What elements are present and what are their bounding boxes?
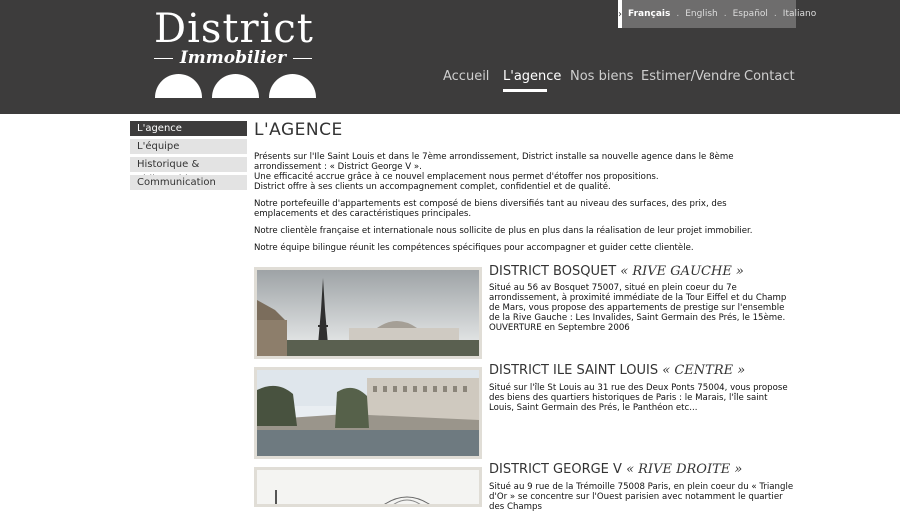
nav-contact[interactable]: Contact — [744, 69, 795, 84]
lang-separator: . — [723, 9, 727, 19]
nav-nos-biens[interactable]: Nos biens — [570, 69, 633, 84]
agency-tag: « RIVE DROITE » — [626, 462, 743, 477]
grand-palais-photo — [257, 470, 479, 504]
lang-english[interactable]: English — [679, 9, 718, 19]
eiffel-tower-photo — [257, 270, 479, 356]
logo-rule — [154, 57, 173, 59]
lang-separator: . — [773, 9, 777, 19]
nav-active-underline — [503, 89, 547, 92]
arch-shape — [155, 74, 202, 98]
logo-title[interactable]: District — [154, 6, 314, 52]
clientele-paragraph: Notre clientèle française et internation… — [254, 226, 753, 236]
ile-saint-louis-photo — [257, 370, 479, 456]
agency-tag: « CENTRE » — [662, 363, 746, 378]
agency-title-ile-saint-louis[interactable]: DISTRICT ILE SAINT LOUIS « CENTRE » — [489, 363, 745, 378]
lang-italiano[interactable]: Italiano — [777, 9, 816, 19]
nav-accueil[interactable]: Accueil — [443, 69, 489, 84]
sidebar-item-historique[interactable]: Historique & Philosophie — [130, 157, 247, 185]
photo-ile-saint-louis[interactable] — [254, 367, 482, 459]
agency-text-bosquet: Situé au 56 av Bosquet 75007, situé en p… — [489, 283, 787, 333]
page-title: L'AGENCE — [254, 120, 343, 140]
agency-tag: « RIVE GAUCHE » — [620, 264, 744, 279]
agency-name: DISTRICT BOSQUET — [489, 264, 617, 279]
sidebar-item-equipe[interactable]: L'équipe — [130, 139, 247, 154]
photo-bosquet[interactable] — [254, 267, 482, 359]
logo-rule — [293, 57, 312, 59]
intro-paragraph: Présents sur l'Ile Saint Louis et dans l… — [254, 152, 734, 192]
agency-title-bosquet[interactable]: DISTRICT BOSQUET « RIVE GAUCHE » — [489, 264, 744, 279]
arch-shape — [212, 74, 259, 98]
language-bar: › Français . English . Español . Italian… — [618, 0, 816, 28]
portfolio-paragraph: Notre portefeuille d'appartements est co… — [254, 199, 727, 219]
agency-text-ile-saint-louis: Situé sur l'île St Louis au 31 rue des D… — [489, 383, 788, 413]
logo-arches — [155, 74, 316, 98]
nav-estimer-vendre[interactable]: Estimer/Vendre — [641, 69, 741, 84]
lang-francais[interactable]: Français — [622, 9, 670, 19]
agency-name: DISTRICT GEORGE V — [489, 462, 622, 477]
lang-espanol[interactable]: Español — [727, 9, 768, 19]
photo-george-v[interactable] — [254, 467, 482, 507]
agency-title-george-v[interactable]: DISTRICT GEORGE V « RIVE DROITE » — [489, 462, 742, 477]
arch-shape — [269, 74, 316, 98]
team-paragraph: Notre équipe bilingue réunit les compéte… — [254, 243, 694, 253]
logo-subtitle-row: Immobilier — [154, 48, 312, 68]
agency-name: DISTRICT ILE SAINT LOUIS — [489, 363, 659, 378]
logo-subtitle: Immobilier — [179, 48, 287, 68]
nav-agence[interactable]: L'agence — [503, 69, 561, 84]
sidebar-item-communication[interactable]: Communication — [130, 175, 247, 190]
agency-text-george-v: Situé au 9 rue de la Trémoille 75008 Par… — [489, 482, 794, 512]
site-header: District Immobilier › Français . English… — [0, 0, 900, 114]
lang-separator: . — [676, 9, 680, 19]
sidebar-item-agence[interactable]: L'agence — [130, 121, 247, 136]
